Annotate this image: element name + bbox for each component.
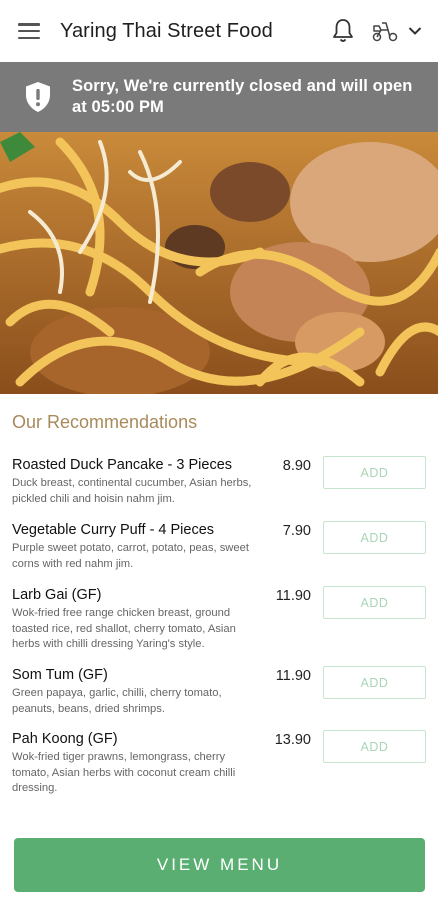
closed-banner: Sorry, We're currently closed and will o… (0, 62, 438, 132)
item-description: Green papaya, garlic, chilli, cherry tom… (12, 687, 222, 715)
item-description: Wok-fried free range chicken breast, gro… (12, 607, 236, 650)
item-description: Wok-fried tiger prawns, lemongrass, cher… (12, 751, 236, 794)
restaurant-title: Yaring Thai Street Food (60, 19, 273, 42)
menu-item: Vegetable Curry Puff - 4 Pieces Purple s… (12, 521, 426, 586)
menu-item: Roasted Duck Pancake - 3 Pieces Duck bre… (12, 456, 426, 521)
menu-item: Larb Gai (GF) Wok-fried free range chick… (12, 586, 426, 666)
hamburger-menu-icon[interactable] (18, 23, 40, 39)
chevron-down-icon[interactable] (406, 22, 424, 40)
add-button[interactable]: ADD (323, 666, 426, 699)
recommendations-list: Roasted Duck Pancake - 3 Pieces Duck bre… (0, 456, 438, 794)
recommendations-title: Our Recommendations (12, 412, 198, 432)
item-price: 8.90 (282, 458, 311, 474)
bell-icon[interactable] (330, 17, 356, 45)
scooter-icon[interactable] (370, 18, 400, 44)
item-description: Duck breast, continental cucumber, Asian… (12, 477, 252, 505)
add-button[interactable]: ADD (323, 730, 426, 763)
shield-alert-icon (26, 82, 50, 112)
item-description: Purple sweet potato, carrot, potato, pea… (12, 542, 249, 570)
view-menu-button[interactable]: VIEW MENU (14, 838, 425, 892)
item-name: Roasted Duck Pancake - 3 Pieces (12, 457, 233, 473)
add-button[interactable]: ADD (323, 456, 426, 489)
item-name: Larb Gai (GF) (12, 587, 102, 603)
add-button[interactable]: ADD (323, 521, 426, 554)
app-header: Yaring Thai Street Food (0, 0, 438, 62)
item-price: 11.90 (275, 588, 311, 604)
item-price: 13.90 (274, 732, 311, 748)
add-button[interactable]: ADD (323, 586, 426, 619)
item-name: Vegetable Curry Puff - 4 Pieces (12, 522, 215, 538)
closed-message: Sorry, We're currently closed and will o… (72, 77, 413, 116)
item-name: Som Tum (GF) (12, 667, 108, 683)
menu-item: Pah Koong (GF) Wok-fried tiger prawns, l… (12, 730, 426, 794)
item-price: 11.90 (275, 668, 311, 684)
menu-item: Som Tum (GF) Green papaya, garlic, chill… (12, 666, 426, 730)
item-name: Pah Koong (GF) (12, 731, 118, 747)
item-price: 7.90 (282, 523, 311, 539)
hero-food-image (0, 132, 438, 394)
